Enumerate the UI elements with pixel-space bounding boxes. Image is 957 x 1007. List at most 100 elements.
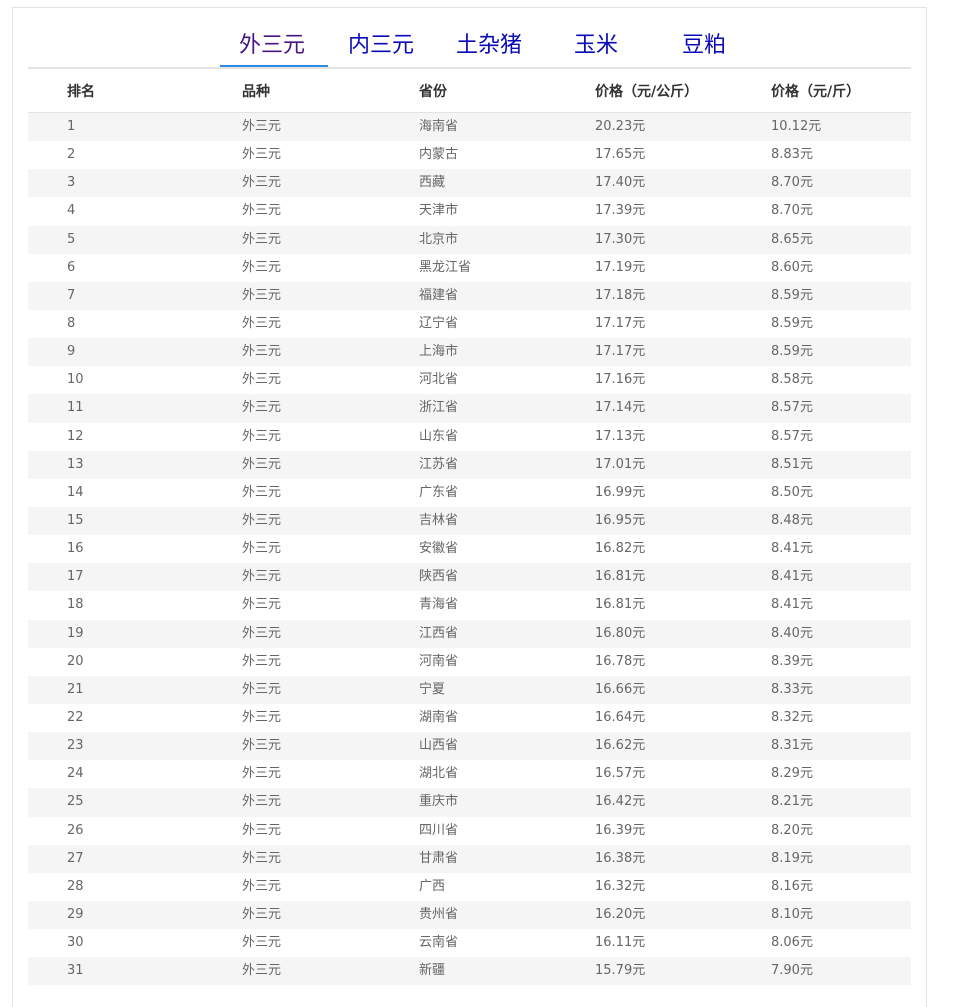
- table-header: 排名 品种 省份 价格（元/公斤） 价格（元/斤）: [28, 72, 911, 113]
- rank-cell: 17: [67, 569, 84, 585]
- price-kg-cell: 15.79元: [595, 963, 646, 979]
- price-kg-cell: 16.95元: [595, 512, 646, 528]
- province-cell: 青海省: [419, 597, 459, 613]
- price-kg-cell: 16.82元: [595, 541, 646, 557]
- province-cell: 西藏: [419, 175, 446, 191]
- price-kg-cell: 16.99元: [595, 484, 646, 500]
- tab-tu-za-zhu[interactable]: 土杂猪: [456, 31, 522, 61]
- price-kg-cell: 17.14元: [595, 400, 646, 416]
- price-kg-cell: 17.01元: [595, 456, 646, 472]
- price-kg-cell: 16.20元: [595, 906, 646, 922]
- price-kg-cell: 17.19元: [595, 259, 646, 275]
- rank-cell: 20: [67, 653, 84, 669]
- price-jin-cell: 8.83元: [771, 147, 813, 163]
- price-jin-cell: 8.41元: [771, 541, 813, 557]
- rank-cell: 19: [67, 625, 84, 641]
- rank-cell: 23: [67, 738, 84, 754]
- price-jin-cell: 8.50元: [771, 484, 813, 500]
- price-kg-cell: 16.38元: [595, 850, 646, 866]
- variety-cell: 外三元: [242, 512, 282, 528]
- table-row: 20 外三元 河南省 16.78元 8.39元: [28, 648, 911, 676]
- table-row: 8 外三元 辽宁省 17.17元 8.59元: [28, 310, 911, 338]
- price-jin-cell: 8.59元: [771, 344, 813, 360]
- table-row: 13 外三元 江苏省 17.01元 8.51元: [28, 450, 911, 479]
- tab-dou-po[interactable]: 豆粕: [682, 31, 726, 61]
- province-cell: 天津市: [419, 203, 459, 219]
- province-cell: 山西省: [419, 738, 459, 754]
- province-cell: 云南省: [419, 935, 459, 951]
- table-row: 30 外三元 云南省 16.11元 8.06元: [28, 929, 911, 957]
- table-row: 5 外三元 北京市 17.30元 8.65元: [28, 225, 911, 254]
- province-cell: 重庆市: [419, 794, 459, 810]
- price-jin-cell: 7.90元: [771, 963, 813, 979]
- province-cell: 江苏省: [419, 456, 459, 472]
- table-row: 4 外三元 天津市 17.39元 8.70元: [28, 197, 911, 225]
- variety-cell: 外三元: [242, 372, 282, 388]
- rank-cell: 16: [67, 541, 84, 557]
- table-row: 29 外三元 贵州省 16.20元 8.10元: [28, 900, 911, 930]
- province-cell: 宁夏: [419, 681, 446, 697]
- table-row: 23 外三元 山西省 16.62元 8.31元: [28, 732, 911, 761]
- price-kg-cell: 17.39元: [595, 203, 646, 219]
- variety-cell: 外三元: [242, 653, 282, 669]
- rank-cell: 1: [67, 119, 76, 134]
- province-cell: 陕西省: [419, 569, 459, 585]
- tab-nei-san-yuan[interactable]: 内三元: [348, 31, 414, 61]
- rank-cell: 31: [67, 963, 84, 979]
- variety-cell: 外三元: [242, 119, 282, 134]
- table-row: 11 外三元 浙江省 17.14元 8.57元: [28, 394, 911, 423]
- rank-cell: 18: [67, 597, 84, 613]
- variety-cell: 外三元: [242, 850, 282, 866]
- rank-cell: 9: [67, 344, 76, 360]
- price-jin-cell: 8.29元: [771, 766, 813, 782]
- price-jin-cell: 8.33元: [771, 681, 813, 697]
- price-jin-cell: 8.65元: [771, 231, 813, 247]
- price-kg-cell: 16.42元: [595, 794, 646, 810]
- variety-cell: 外三元: [242, 287, 282, 303]
- variety-cell: 外三元: [242, 147, 282, 163]
- rank-cell: 8: [67, 315, 76, 331]
- price-kg-cell: 16.78元: [595, 653, 646, 669]
- table-row: 28 外三元 广西 16.32元 8.16元: [28, 873, 911, 901]
- variety-cell: 外三元: [242, 963, 282, 979]
- province-cell: 湖南省: [419, 709, 459, 725]
- price-kg-cell: 20.23元: [595, 119, 646, 134]
- price-kg-cell: 17.17元: [595, 344, 646, 360]
- price-jin-cell: 8.20元: [771, 822, 813, 838]
- table-row: 9 外三元 上海市 17.17元 8.59元: [28, 338, 911, 367]
- table-row: 10 外三元 河北省 17.16元 8.58元: [28, 366, 911, 394]
- province-cell: 广东省: [419, 484, 459, 500]
- variety-cell: 外三元: [242, 203, 282, 219]
- active-tab-indicator: [220, 65, 328, 67]
- variety-cell: 外三元: [242, 738, 282, 754]
- tab-wai-san-yuan[interactable]: 外三元: [239, 31, 305, 61]
- rank-cell: 11: [67, 400, 84, 416]
- table-row: 31 外三元 新疆 15.79元 7.90元: [28, 957, 911, 986]
- price-kg-cell: 17.40元: [595, 175, 646, 191]
- rank-cell: 30: [67, 935, 84, 951]
- variety-cell: 外三元: [242, 681, 282, 697]
- price-kg-cell: 16.32元: [595, 878, 646, 894]
- price-jin-cell: 10.12元: [771, 119, 822, 134]
- column-header-price-jin: 价格（元/斤）: [771, 84, 861, 100]
- price-jin-cell: 8.48元: [771, 512, 813, 528]
- table-row: 1 外三元 海南省 20.23元 10.12元: [28, 113, 911, 142]
- variety-cell: 外三元: [242, 456, 282, 472]
- price-jin-cell: 8.16元: [771, 878, 813, 894]
- price-jin-cell: 8.32元: [771, 709, 813, 725]
- price-kg-cell: 16.66元: [595, 681, 646, 697]
- province-cell: 福建省: [419, 287, 459, 303]
- rank-cell: 13: [67, 456, 84, 472]
- price-jin-cell: 8.70元: [771, 175, 813, 191]
- province-cell: 黑龙江省: [419, 259, 472, 275]
- province-cell: 新疆: [419, 963, 446, 979]
- variety-cell: 外三元: [242, 569, 282, 585]
- table-row: 18 外三元 青海省 16.81元 8.41元: [28, 591, 911, 619]
- province-cell: 浙江省: [419, 400, 459, 416]
- column-header-province: 省份: [419, 84, 447, 100]
- price-table-body: 1 外三元 海南省 20.23元 10.12元 2 外三元 内蒙古 17.65元 8.83元 3 外三…: [28, 113, 911, 986]
- variety-cell: 外三元: [242, 231, 282, 247]
- tab-yu-mi[interactable]: 玉米: [574, 31, 618, 61]
- table-row: 3 外三元 西藏 17.40元 8.70元: [28, 169, 911, 198]
- price-jin-cell: 8.39元: [771, 653, 813, 669]
